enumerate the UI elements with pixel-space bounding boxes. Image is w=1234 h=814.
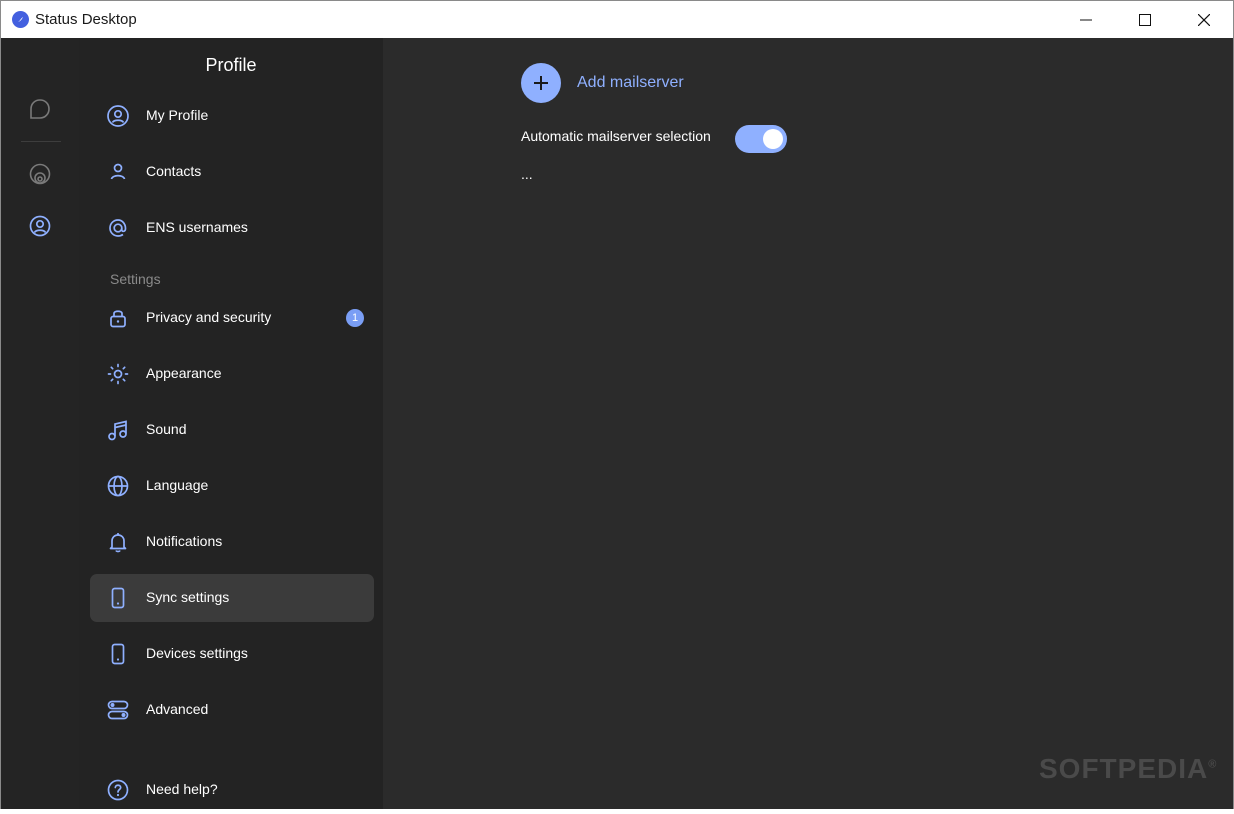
toggles-icon <box>107 700 129 720</box>
phone-icon <box>111 643 125 665</box>
lock-icon <box>110 310 126 328</box>
notification-badge: 1 <box>346 309 364 327</box>
sidebar-item-contacts[interactable]: Contacts <box>90 148 374 196</box>
plus-icon <box>534 76 548 90</box>
sidebar-item-label: My Profile <box>146 107 209 123</box>
sidebar-item-sync-settings[interactable]: Sync settings <box>90 574 374 622</box>
sidebar-item-devices-settings[interactable]: Devices settings <box>90 630 374 678</box>
softpedia-watermark: SOFTPEDIA® <box>1039 753 1218 784</box>
profile-sidebar: Profile My Profile Contacts ENS username… <box>79 38 383 809</box>
maximize-icon <box>1139 13 1151 26</box>
sidebar-item-ens-usernames[interactable]: ENS usernames <box>90 204 374 252</box>
sidebar-title: Profile <box>205 55 257 75</box>
user-circle-icon <box>107 105 129 127</box>
maximize-button[interactable] <box>1116 1 1174 38</box>
contact-icon <box>110 163 126 180</box>
sidebar-item-label: Notifications <box>146 533 223 549</box>
sidebar-item-sound[interactable]: Sound <box>90 406 374 454</box>
profile-icon[interactable] <box>28 214 52 238</box>
rail-separator <box>21 141 61 142</box>
sidebar-item-appearance[interactable]: Appearance <box>90 350 374 398</box>
app-window: Status Desktop Profile My Profile Contac… <box>0 0 1234 809</box>
phone-icon <box>111 587 125 609</box>
sidebar-item-label: Advanced <box>146 701 209 717</box>
chat-icon[interactable] <box>28 97 52 121</box>
sidebar-item-label: Sync settings <box>146 589 230 605</box>
add-mailserver-button[interactable] <box>521 63 561 103</box>
sidebar-item-label: ENS usernames <box>146 219 248 235</box>
sidebar-item-notifications[interactable]: Notifications <box>90 518 374 566</box>
sidebar-item-need-help[interactable]: Need help? <box>90 766 374 814</box>
title-bar: Status Desktop <box>1 1 1233 38</box>
window-title: Status Desktop <box>35 11 137 28</box>
auto-mailserver-toggle[interactable] <box>735 125 787 153</box>
sidebar-item-label: Contacts <box>146 163 202 179</box>
question-icon <box>107 779 129 801</box>
add-mailserver-link[interactable]: Add mailserver <box>577 74 684 92</box>
sidebar-item-label: Privacy and security <box>146 309 272 325</box>
auto-mailserver-label: Automatic mailserver selection <box>521 128 711 144</box>
sync-settings-panel: Add mailserver Automatic mailserver sele… <box>383 38 1233 809</box>
close-icon <box>1198 13 1210 26</box>
sidebar-item-label: Appearance <box>146 365 222 381</box>
sidebar-item-label: Devices settings <box>146 645 248 661</box>
minimize-button[interactable] <box>1057 1 1115 38</box>
sun-icon <box>107 363 129 385</box>
sidebar-item-advanced[interactable]: Advanced <box>90 686 374 734</box>
sidebar-item-privacy-security[interactable]: Privacy and security 1 <box>90 294 374 342</box>
sidebar-item-label: Language <box>146 477 209 493</box>
sidebar-item-language[interactable]: Language <box>90 462 374 510</box>
sidebar-item-label: Need help? <box>146 781 218 797</box>
minimize-icon <box>1080 19 1092 20</box>
app-rail <box>1 38 79 809</box>
at-icon <box>109 219 127 237</box>
toggle-knob <box>763 129 783 149</box>
globe-icon <box>107 475 129 497</box>
bell-icon <box>109 533 127 553</box>
close-button[interactable] <box>1175 1 1233 38</box>
wallet-icon[interactable] <box>28 162 52 186</box>
music-note-icon <box>108 420 127 441</box>
settings-section-label: Settings <box>110 271 161 287</box>
sidebar-item-my-profile[interactable]: My Profile <box>90 92 374 140</box>
status-logo-icon <box>12 11 29 28</box>
sidebar-item-label: Sound <box>146 421 187 437</box>
mailserver-list-placeholder: ... <box>521 166 533 182</box>
